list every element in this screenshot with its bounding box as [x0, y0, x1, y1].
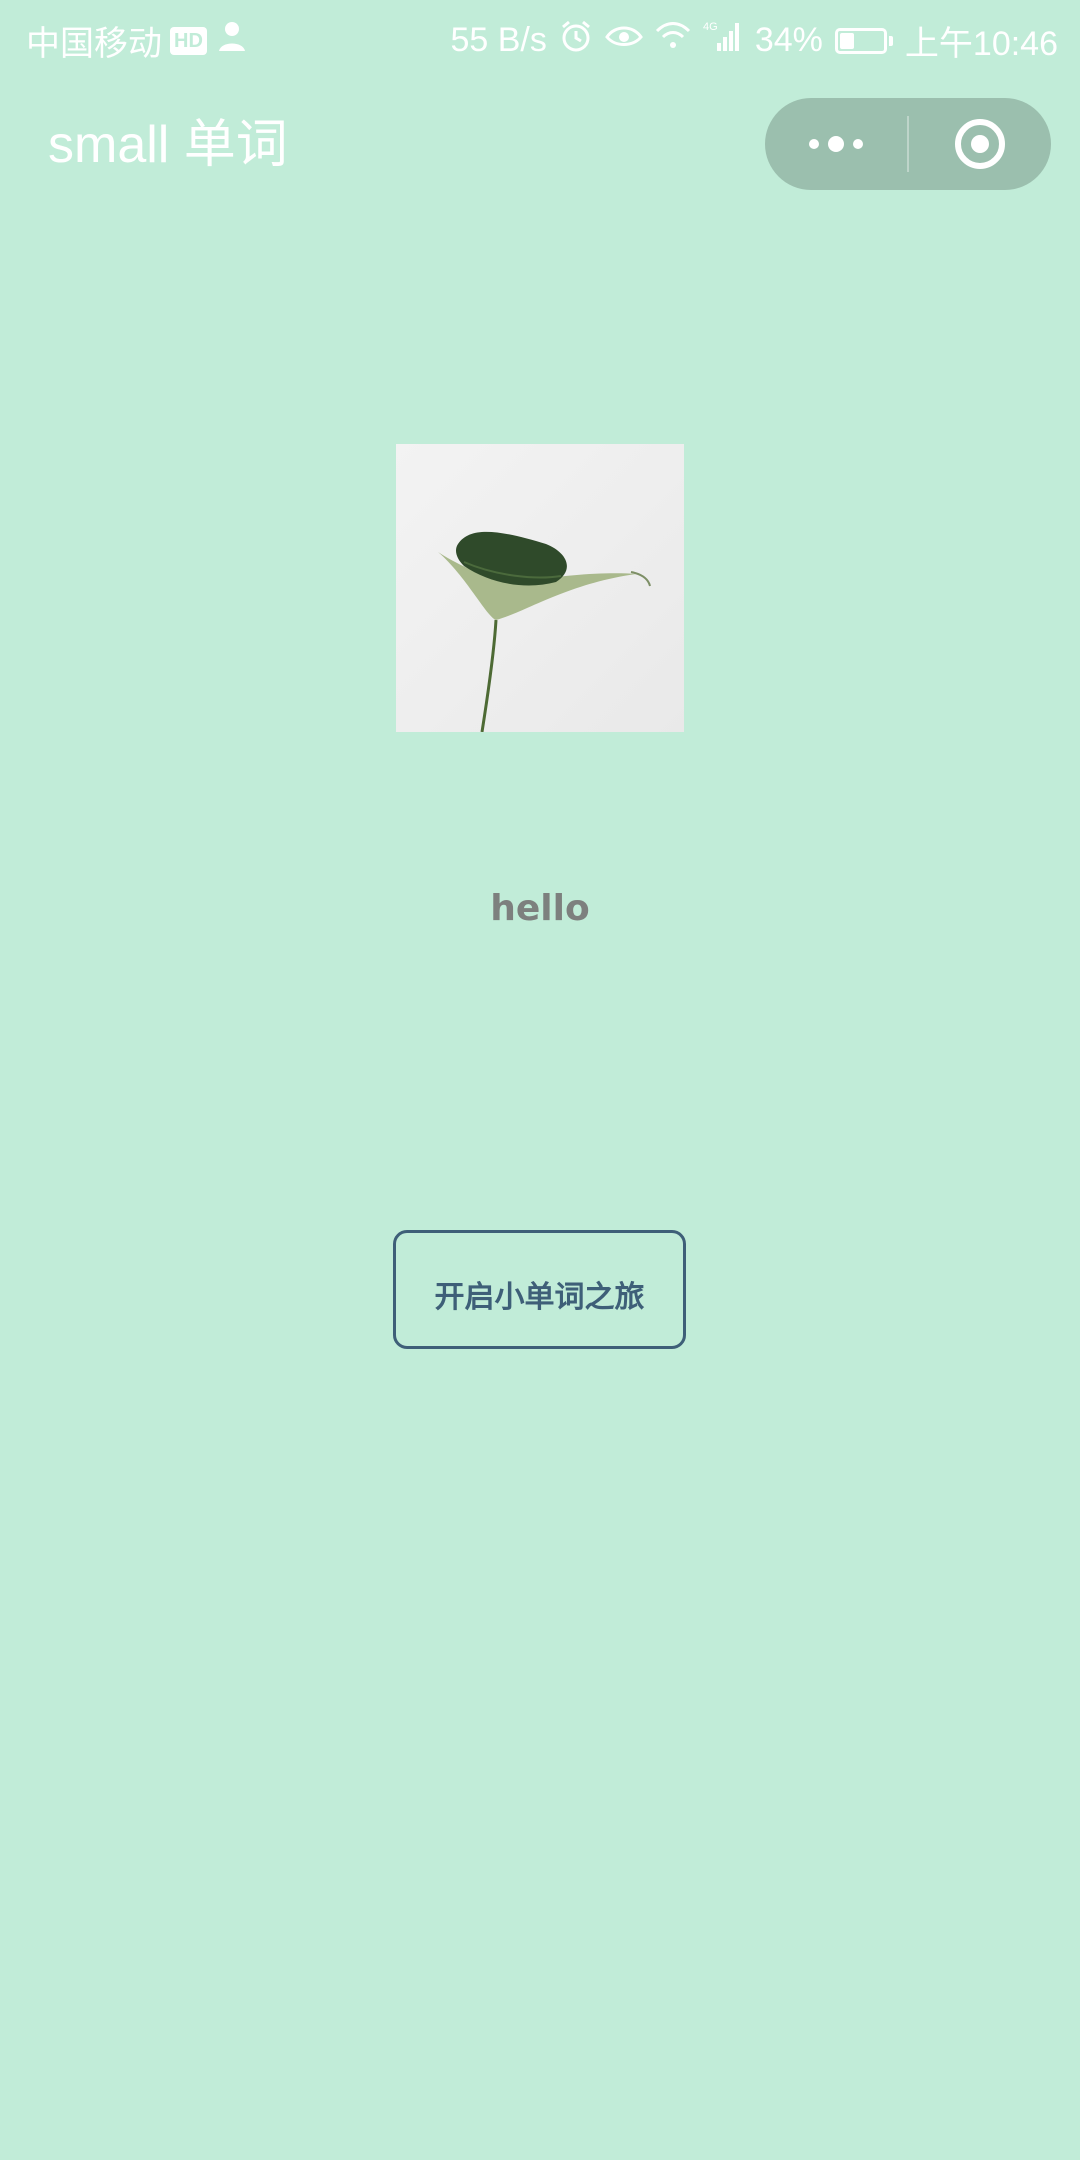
status-right: 55 B/s 4G 34% 上午10:46	[450, 16, 1058, 65]
more-button[interactable]	[765, 98, 907, 190]
start-journey-label: 开启小单词之旅	[434, 1280, 645, 1315]
network-type: 4G	[703, 21, 718, 33]
more-dots-icon	[809, 136, 863, 152]
hd-badge: HD	[170, 26, 207, 55]
status-left: 中国移动 HD	[26, 16, 249, 65]
start-journey-button[interactable]: 开启小单词之旅	[393, 1230, 686, 1349]
close-target-icon	[954, 119, 1005, 169]
leaf-image	[396, 444, 684, 733]
battery-fill	[839, 32, 854, 49]
eye-icon	[604, 21, 643, 60]
network-speed: 55 B/s	[450, 21, 547, 59]
battery-percent: 34%	[754, 21, 823, 59]
carrier-name: 中国移动	[26, 25, 162, 63]
status-bar: 中国移动 HD 55 B/s 4G 34% 上午10:46	[0, 0, 1080, 74]
battery-icon	[834, 27, 887, 54]
wifi-icon	[655, 21, 691, 60]
signal-icon: 4G	[703, 19, 743, 62]
person-icon	[215, 19, 249, 62]
clock-time: 上午10:46	[904, 25, 1058, 63]
greeting-text: hello	[490, 888, 590, 929]
mini-program-capsule	[765, 98, 1051, 190]
page-title: small 单词	[48, 116, 288, 174]
close-button[interactable]	[909, 98, 1051, 190]
alarm-icon	[559, 19, 593, 62]
battery-tip	[888, 35, 893, 46]
